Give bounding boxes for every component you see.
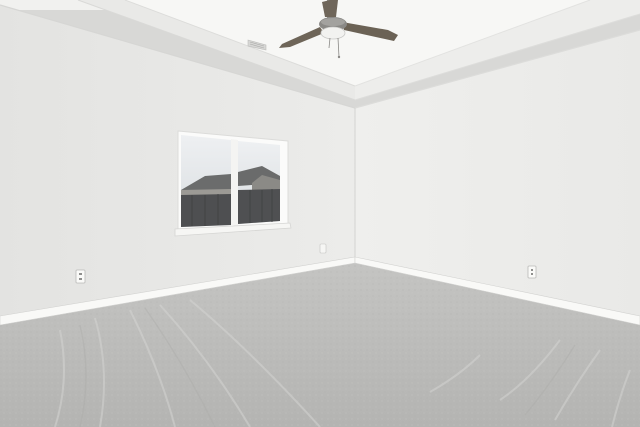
room-illustration [0,0,640,427]
window [174,130,292,237]
electrical-outlet-icon [75,269,86,284]
neighbor-fence [181,194,231,227]
window-mullion [231,139,238,226]
room-photo [0,0,640,427]
electrical-outlet-icon [527,265,537,279]
fan-light-kit [320,26,346,40]
electrical-outlet-icon [319,243,327,254]
